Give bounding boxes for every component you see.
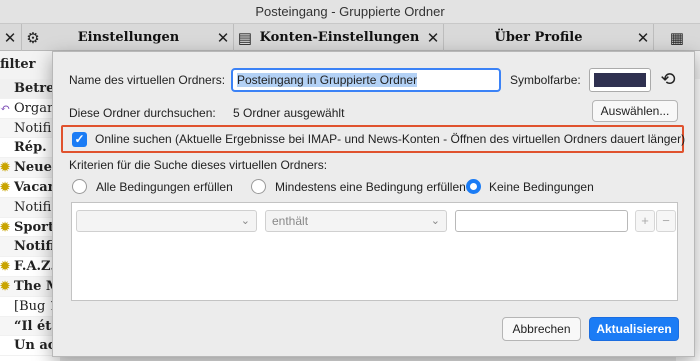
radio-all-label[interactable]: Alle Bedingungen erfüllen [96, 180, 233, 194]
radio-none-label[interactable]: Keine Bedingungen [489, 180, 594, 194]
selected-folders-value: 5 Ordner ausgewählt [233, 106, 345, 120]
condition-operator-select[interactable]: enthält ⌄ [265, 210, 447, 232]
list-item[interactable]: Notifi [0, 118, 60, 139]
star-icon: ✹ [0, 219, 11, 234]
search-folders-label: Diese Ordner durchsuchen: [69, 106, 216, 120]
radio-any-label[interactable]: Mindestens eine Bedingung erfüllen [275, 180, 466, 194]
list-item[interactable]: Rép. : [0, 138, 60, 159]
window-title: Posteingang - Gruppierte Ordner [0, 0, 700, 24]
tab-ueber-profile[interactable]: Über Profile ✕ [444, 24, 654, 51]
star-icon: ✹ [0, 179, 11, 194]
folder-name-input[interactable]: Posteingang in Gruppierte Ordner [231, 68, 501, 92]
radio-no-conditions[interactable] [466, 179, 481, 194]
close-icon[interactable]: ✕ [213, 29, 233, 47]
list-item[interactable]: ✹ Sport- [0, 218, 60, 238]
list-item[interactable]: ✹ F.A.Z. [0, 257, 60, 277]
virtual-folder-dialog: Name des virtuellen Ordners: Posteingang… [52, 51, 695, 357]
list-item[interactable]: Notifi [0, 237, 60, 258]
chevron-down-icon: ⌄ [240, 215, 250, 227]
symbol-color-picker[interactable] [589, 68, 651, 92]
tab-close-partial[interactable]: ✕ [0, 24, 22, 51]
reply-icon: ↶ [0, 100, 11, 115]
list-item[interactable]: Notifi [0, 197, 60, 218]
gear-icon: ⚙ [26, 29, 40, 47]
message-list: Betref ↶ Organ Notifi Rép. : ✹ Neue ✹ Vacan… [0, 79, 60, 361]
quick-filter-label[interactable]: filter [0, 57, 36, 72]
list-item[interactable]: ✹ The M [0, 276, 60, 297]
close-icon[interactable]: ✕ [0, 29, 20, 47]
symbol-color-label: Symbolfarbe: [510, 73, 581, 87]
cancel-button[interactable]: Abbrechen [502, 317, 581, 341]
online-search-highlight: ✓ Online suchen (Aktuelle Ergebnisse bei… [61, 125, 685, 153]
calendar-icon: ▦ [669, 29, 685, 47]
folder-name-label: Name des virtuellen Ordners: [69, 73, 226, 87]
online-search-label[interactable]: Online suchen (Aktuelle Ergebnisse bei I… [95, 132, 685, 146]
star-icon: ✹ [0, 259, 11, 274]
star-icon: ✹ [0, 160, 11, 175]
tab-konten-einstellungen[interactable]: ▤ Konten-Einstellungen ✕ [234, 24, 444, 51]
chevron-down-icon: ⌄ [430, 215, 440, 227]
list-item[interactable]: Un ac [0, 336, 60, 357]
reset-color-icon[interactable]: ⟲ [657, 68, 679, 90]
close-icon[interactable]: ✕ [423, 29, 443, 47]
panel-icon: ▤ [237, 29, 253, 47]
list-item[interactable]: [Bug 1 [0, 297, 60, 317]
criteria-list: ⌄ enthält ⌄ + − [71, 202, 678, 301]
radio-all-conditions[interactable] [72, 179, 87, 194]
radio-any-condition[interactable] [251, 179, 266, 194]
tab-einstellungen[interactable]: ⚙ Einstellungen ✕ [22, 24, 234, 51]
star-icon: ✹ [0, 278, 11, 293]
condition-value-input[interactable] [455, 210, 628, 232]
condition-field-select[interactable]: ⌄ [76, 210, 257, 232]
column-header[interactable]: Betref [0, 79, 60, 99]
list-item[interactable]: ✹ Neue [0, 158, 60, 178]
list-item[interactable]: ↶ Organ [0, 99, 60, 119]
color-swatch [594, 73, 646, 87]
list-item[interactable]: “Il éta [0, 316, 60, 337]
update-button[interactable]: Aktualisieren [589, 317, 679, 341]
add-condition-button[interactable]: + [635, 210, 655, 232]
remove-condition-button[interactable]: − [656, 210, 676, 232]
close-icon[interactable]: ✕ [633, 29, 653, 47]
criteria-label: Kriterien für die Suche dieses virtuelle… [69, 158, 328, 172]
tab-bar: ✕ ⚙ Einstellungen ✕ ▤ Konten-Einstellung… [0, 24, 700, 51]
list-item[interactable]: ✹ Vacan [0, 178, 60, 198]
choose-folders-button[interactable]: Auswählen... [592, 100, 678, 122]
online-search-checkbox[interactable]: ✓ [72, 132, 87, 147]
calendar-button[interactable]: ▦ [654, 24, 700, 51]
